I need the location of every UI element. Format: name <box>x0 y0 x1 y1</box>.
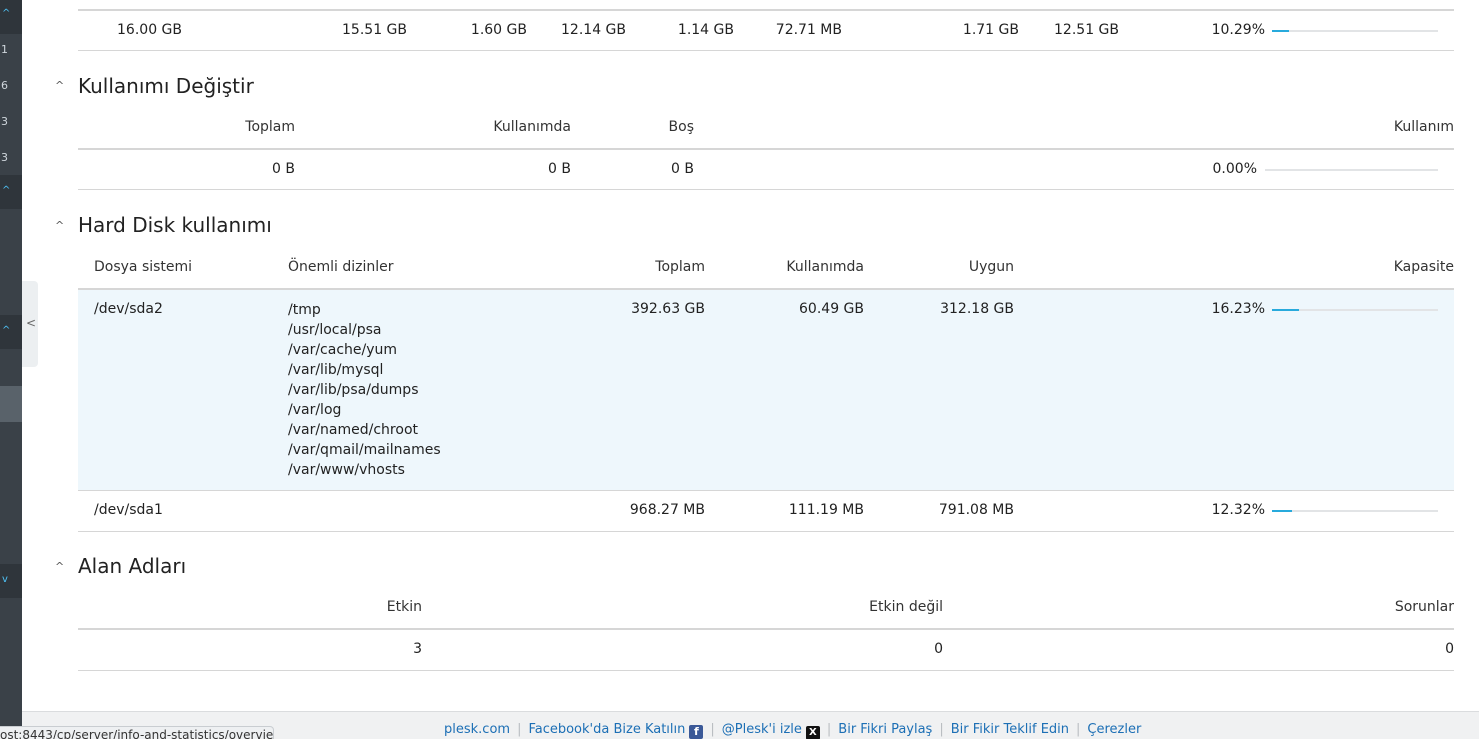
facebook-icon: f <box>689 725 704 739</box>
column-header: Etkin <box>386 599 422 615</box>
swap-usage-bar <box>1265 169 1438 171</box>
sidebar-chevron-up-icon[interactable]: ^ <box>0 8 22 19</box>
table-header-divider <box>78 628 1454 630</box>
disk-free: 312.18 GB <box>940 301 1014 317</box>
footer-link-follow-label: @Plesk'i izle <box>721 722 802 737</box>
table-header-divider <box>78 9 1454 11</box>
dir-item: /var/log <box>288 402 342 418</box>
disk-capacity-percent: 12.32% <box>1211 502 1265 518</box>
row-divider <box>78 490 1454 491</box>
column-header: Dosya sistemi <box>94 259 193 275</box>
sidebar-count[interactable]: 1 <box>0 43 22 56</box>
footer-links: plesk.com | Facebook'da Bize Katılın f | @Ple… <box>444 722 1141 739</box>
column-header: Boş <box>668 119 694 135</box>
section-collapse-icon[interactable]: ^ <box>55 79 64 92</box>
row-divider <box>78 670 1454 671</box>
x-twitter-icon: X <box>805 726 820 739</box>
dir-item: /var/www/vhosts <box>288 462 405 478</box>
dir-item: /var/cache/yum <box>288 342 398 358</box>
browser-status-url: ost:8443/cp/server/info-and-statistics/o… <box>0 726 274 739</box>
footer-link-share-idea[interactable]: Bir Fikri Paylaş <box>838 722 932 737</box>
column-header: Toplam <box>655 259 705 275</box>
disk-filesystem: /dev/sda2 <box>94 301 163 317</box>
memory-value: 12.51 GB <box>1054 22 1119 38</box>
memory-total: 16.00 GB <box>117 22 182 38</box>
footer-separator: | <box>710 722 715 737</box>
main-content: 16.00 GB 15.51 GB 1.60 GB 12.14 GB 1.14 … <box>22 0 1479 739</box>
column-header: Toplam <box>245 119 295 135</box>
footer-separator: | <box>517 722 522 737</box>
memory-free: 1.60 GB <box>470 22 527 38</box>
memory-cached: 72.71 MB <box>775 22 842 38</box>
footer-link-follow[interactable]: @Plesk'i izle X <box>721 722 820 739</box>
disk-used: 60.49 GB <box>799 301 864 317</box>
section-collapse-icon[interactable]: ^ <box>55 219 64 232</box>
footer-link-facebook[interactable]: Facebook'da Bize Katılın f <box>528 722 704 739</box>
footer-link-suggest-idea[interactable]: Bir Fikir Teklif Edin <box>951 722 1069 737</box>
section-collapse-icon[interactable]: ^ <box>55 560 64 573</box>
memory-available: 1.71 GB <box>962 22 1019 38</box>
footer-separator: | <box>939 722 944 737</box>
dir-item: /var/lib/mysql <box>288 362 384 378</box>
section-title-swap[interactable]: Kullanımı Değiştir <box>78 74 254 98</box>
sidebar-count[interactable]: 6 <box>0 79 22 92</box>
column-header: Sorunlar <box>1394 599 1454 615</box>
sidebar-chevron-up-icon[interactable]: ^ <box>0 325 22 336</box>
column-header: Kullanımda <box>493 119 571 135</box>
domains-problems-count[interactable]: 0 <box>1354 641 1454 657</box>
swap-total: 0 B <box>272 161 295 177</box>
dir-item: /var/lib/psa/dumps <box>288 382 419 398</box>
row-divider <box>78 189 1454 190</box>
memory-buffer: 1.14 GB <box>677 22 734 38</box>
dir-item: /tmp <box>288 302 321 318</box>
column-header: Uygun <box>968 259 1014 275</box>
disk-total: 968.27 MB <box>629 502 705 518</box>
table-header-divider <box>78 148 1454 150</box>
memory-shared: 12.14 GB <box>561 22 626 38</box>
disk-capacity-bar-fill <box>1272 510 1293 512</box>
memory-usage-percent: 10.29% <box>1211 22 1265 38</box>
domains-inactive-count[interactable]: 0 <box>843 641 943 657</box>
disk-capacity-bar-fill <box>1272 309 1299 311</box>
memory-used: 15.51 GB <box>342 22 407 38</box>
memory-usage-bar <box>1272 30 1438 32</box>
disk-filesystem: /dev/sda1 <box>94 502 163 518</box>
column-header: Önemli dizinler <box>288 259 394 275</box>
important-dirs-list: /tmp /usr/local/psa /var/cache/yum /var/… <box>288 300 441 480</box>
sidebar-selected-item[interactable] <box>0 386 22 422</box>
swap-used: 0 B <box>548 161 571 177</box>
disk-capacity-bar <box>1272 510 1438 512</box>
dir-item: /var/qmail/mailnames <box>288 442 441 458</box>
swap-usage-percent: 0.00% <box>1212 161 1257 177</box>
column-header: Kapasite <box>1393 259 1454 275</box>
disk-capacity-percent: 16.23% <box>1211 301 1265 317</box>
sidebar-count[interactable]: 3 <box>0 115 22 128</box>
row-divider <box>78 531 1454 532</box>
disk-free: 791.08 MB <box>938 502 1014 518</box>
swap-free: 0 B <box>671 161 694 177</box>
sidebar-chevron-down-icon[interactable]: v <box>0 574 22 585</box>
sidebar-count[interactable]: 3 <box>0 151 22 164</box>
disk-total: 392.63 GB <box>631 301 705 317</box>
footer-link-cookies[interactable]: Çerezler <box>1087 722 1141 737</box>
disk-used: 111.19 MB <box>788 502 864 518</box>
sidebar: ^ 1 6 3 3 ^ ^ v <box>0 0 22 739</box>
footer-separator: | <box>1076 722 1081 737</box>
column-header: Etkin değil <box>869 599 943 615</box>
section-title-disk[interactable]: Hard Disk kullanımı <box>78 213 272 237</box>
footer-link-plesk[interactable]: plesk.com <box>444 722 510 737</box>
table-row[interactable] <box>78 290 1454 490</box>
memory-usage-bar-fill <box>1272 30 1290 32</box>
column-header: Kullanım <box>1393 119 1454 135</box>
dir-item: /usr/local/psa <box>288 322 382 338</box>
sidebar-chevron-up-icon[interactable]: ^ <box>0 185 22 196</box>
column-header: Kullanımda <box>786 259 864 275</box>
domains-active-count[interactable]: 3 <box>322 641 422 657</box>
dir-item: /var/named/chroot <box>288 422 418 438</box>
row-divider <box>78 50 1454 51</box>
footer-separator: | <box>826 722 832 737</box>
section-title-domains[interactable]: Alan Adları <box>78 554 186 578</box>
disk-capacity-bar <box>1272 309 1438 311</box>
footer-link-facebook-label: Facebook'da Bize Katılın <box>528 722 686 737</box>
